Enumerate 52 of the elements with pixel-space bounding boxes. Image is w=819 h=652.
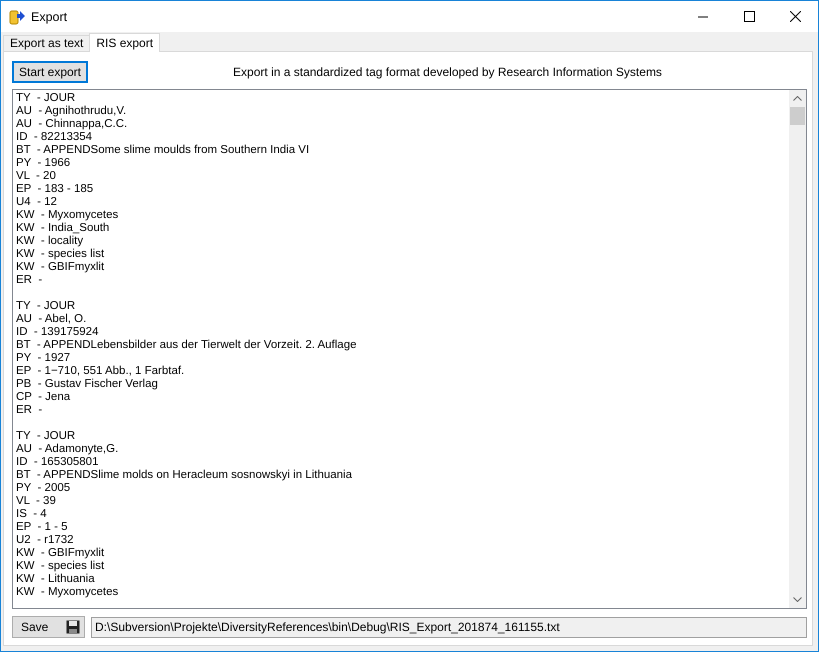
text-line: IS - 4 <box>16 508 47 520</box>
text-line: ID - 82213354 <box>16 131 92 143</box>
text-line: EP - 1 - 5 <box>16 521 68 533</box>
scroll-down-icon[interactable] <box>793 597 802 602</box>
text-line: EP - 183 - 185 <box>16 183 94 195</box>
window-title: Export <box>31 10 68 24</box>
text-line: KW - Myxomycetes <box>16 586 118 598</box>
close-icon <box>790 11 800 22</box>
text-line: KW - species list <box>16 248 104 260</box>
text-line: ER - <box>16 274 42 286</box>
text-line: AU - Abel, O. <box>16 313 86 325</box>
text-line: ID - 139175924 <box>16 326 98 338</box>
tab[interactable]: RIS export <box>89 33 160 52</box>
scroll-thumb[interactable] <box>790 107 805 125</box>
text-line: TY - JOUR <box>16 300 76 312</box>
scroll-up-icon[interactable] <box>793 96 802 101</box>
text-line: KW - GBIFmyxlit <box>16 261 104 273</box>
text-line: PY - 1966 <box>16 157 70 169</box>
text-line: ID - 165305801 <box>16 456 98 468</box>
text-line: CP - Jena <box>16 391 70 403</box>
text-line: PB - Gustav Fischer Verlag <box>16 378 158 390</box>
text-line: KW - Myxomycetes <box>16 209 118 221</box>
description-text: Export in a standardized tag format developed by Research Information Systems <box>232 65 663 79</box>
text-line: PY - 2005 <box>16 482 70 494</box>
export-icon <box>9 8 25 24</box>
text-line: BT - APPENDSome slime moulds from Southern India VI <box>16 144 310 156</box>
text-line: KW - India_South <box>16 222 110 234</box>
text-line: U2 - r1732 <box>16 534 74 546</box>
text-line: BT - APPENDSlime molds on Heracleum sosnowskyi in Lithuania <box>16 469 352 481</box>
file-path-field[interactable]: D:\Subversion\Projekte\DiversityReferences\bin\Debug\RIS_Export_201874_161155.txt <box>91 616 807 638</box>
text-line: AU - Adamonyte,G. <box>16 443 118 455</box>
text-line: TY - JOUR <box>16 430 76 442</box>
start-export-button[interactable]: Start export <box>12 61 88 83</box>
export-text-area[interactable] <box>12 89 807 609</box>
text-line: VL - 39 <box>16 495 56 507</box>
text-line: VL - 20 <box>16 170 56 182</box>
text-line: U4 - 12 <box>16 196 57 208</box>
text-line: PY - 1927 <box>16 352 70 364</box>
scrollbar[interactable] <box>789 90 806 608</box>
text-line: AU - Agnihothrudu,V. <box>16 105 126 117</box>
text-line: AU - Chinnappa,C.C. <box>16 118 128 130</box>
text-line: ER - <box>16 404 42 416</box>
text-line: KW - species list <box>16 560 104 572</box>
maximize-icon <box>744 11 754 22</box>
text-line: KW - locality <box>16 235 84 247</box>
text-line: KW - Lithuania <box>16 573 95 585</box>
text-line: EP - 1−710, 551 Abb., 1 Farbtaf. <box>16 365 184 377</box>
text-line: BT - APPENDLebensbilder aus der Tierwelt der Vorzeit. 2. Auflage <box>16 339 356 351</box>
text-line: TY - JOUR <box>16 92 76 104</box>
text-line: KW - GBIFmyxlit <box>16 547 104 559</box>
tab[interactable]: Export as text <box>3 35 90 51</box>
save-button[interactable]: Save <box>12 616 85 638</box>
